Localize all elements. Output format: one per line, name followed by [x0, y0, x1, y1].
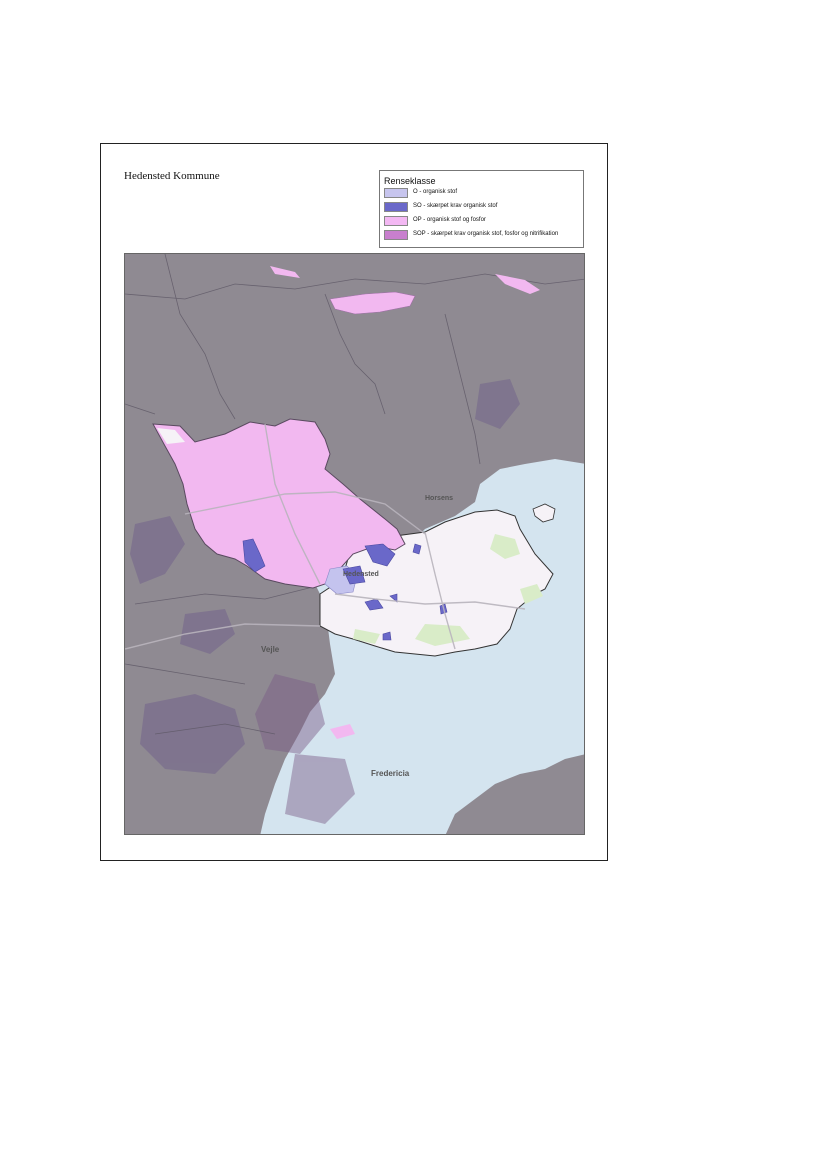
map-panel: Vejle Hedensted Fredericia Horsens: [124, 253, 585, 835]
legend-label-so: SO - skærpet krav organisk stof: [413, 203, 498, 209]
legend-swatch-sop: [384, 230, 408, 240]
map-title: Hedensted Kommune: [124, 170, 220, 182]
place-label-fredericia: Fredericia: [371, 769, 410, 778]
legend-heading: Renseklasse: [384, 176, 436, 186]
legend-item-op: OP - organisk stof og fosfor: [384, 216, 582, 228]
place-label-hedensted: Hedensted: [343, 571, 379, 578]
place-label-horsens: Horsens: [425, 495, 453, 502]
legend-label-sop: SOP - skærpet krav organisk stof, fosfor…: [413, 231, 559, 237]
place-label-vejle: Vejle: [261, 645, 280, 654]
legend: Renseklasse O - organisk stof SO - skærp…: [379, 170, 584, 248]
legend-item-so: SO - skærpet krav organisk stof: [384, 202, 582, 214]
legend-item-sop: SOP - skærpet krav organisk stof, fosfor…: [384, 230, 582, 242]
legend-label-op: OP - organisk stof og fosfor: [413, 217, 486, 223]
map-canvas: Vejle Hedensted Fredericia Horsens: [125, 254, 584, 834]
legend-item-o: O - organisk stof: [384, 188, 582, 200]
legend-swatch-op: [384, 216, 408, 226]
legend-swatch-o: [384, 188, 408, 198]
legend-swatch-so: [384, 202, 408, 212]
legend-label-o: O - organisk stof: [413, 189, 458, 195]
